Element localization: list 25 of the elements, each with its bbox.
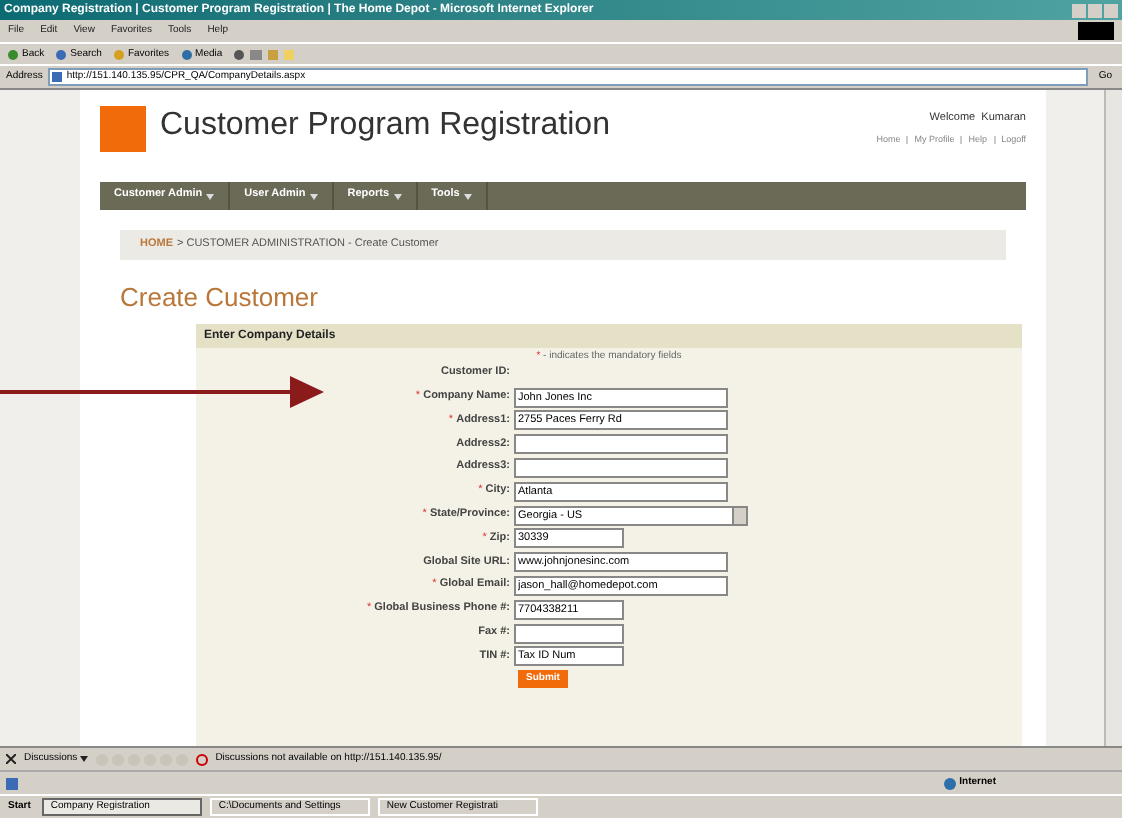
windows-logo-icon [1078, 22, 1114, 40]
caret-icon [79, 756, 88, 762]
toolbar-icons-drawing [234, 49, 295, 59]
page-icon [6, 777, 18, 789]
toolbar-icon [56, 49, 67, 59]
page-heading: Create Customer [120, 284, 320, 310]
caret-icon [463, 193, 472, 199]
caret-icon [206, 193, 215, 199]
globe-icon [943, 777, 956, 789]
toolbar-icon [8, 49, 18, 59]
text-field[interactable] [514, 434, 728, 455]
text-field[interactable] [514, 623, 624, 644]
toolbar-icon [181, 49, 192, 59]
close-icon[interactable] [6, 754, 16, 764]
not-available-icon [195, 753, 208, 765]
maximize-button[interactable] [1088, 3, 1102, 17]
caret-icon [309, 193, 318, 199]
page-icon [52, 72, 63, 82]
minimize-button[interactable] [1072, 3, 1086, 17]
logo-icon [100, 106, 146, 152]
close-button[interactable] [1104, 3, 1118, 17]
caret-icon [393, 193, 402, 199]
site-title: Customer Program Registration [160, 110, 610, 142]
toolbar-icon [113, 49, 124, 59]
text-field[interactable] [514, 458, 728, 479]
